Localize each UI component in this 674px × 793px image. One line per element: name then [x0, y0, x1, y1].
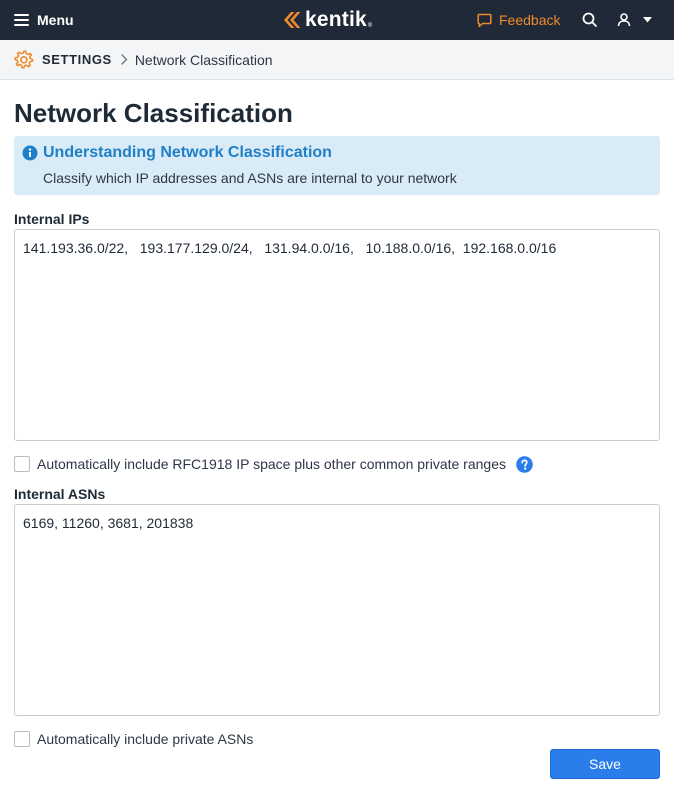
internal-asns-label: Internal ASNs: [14, 486, 106, 502]
gear-icon: [14, 49, 34, 70]
internal-ips-textarea[interactable]: 141.193.36.0/22, 193.177.129.0/24, 131.9…: [14, 229, 660, 441]
feedback-label: Feedback: [499, 12, 561, 28]
rfc1918-checkbox[interactable]: [14, 456, 30, 472]
logo-wordmark: kentik: [305, 8, 367, 31]
user-menu-button[interactable]: [616, 0, 658, 40]
rfc1918-option-row: Automatically include RFC1918 IP space p…: [14, 454, 533, 474]
chevron-right-icon: [121, 54, 128, 65]
user-icon: [616, 12, 632, 28]
info-icon: [22, 145, 38, 161]
search-button[interactable]: [581, 11, 599, 29]
caret-down-icon: [643, 17, 652, 23]
question-circle-icon[interactable]: [516, 455, 533, 473]
internal-asns-textarea[interactable]: 6169, 11260, 3681, 201838: [14, 504, 660, 716]
rfc1918-checkbox-label[interactable]: Automatically include RFC1918 IP space p…: [37, 456, 506, 472]
breadcrumb: SETTINGS Network Classification: [0, 40, 674, 80]
menu-label: Menu: [37, 12, 74, 28]
private-asn-option-row: Automatically include private ASNs: [14, 729, 253, 749]
private-asn-checkbox[interactable]: [14, 731, 30, 747]
page-title: Network Classification: [14, 98, 293, 128]
breadcrumb-settings-link[interactable]: SETTINGS: [14, 49, 112, 70]
save-button[interactable]: Save: [550, 749, 660, 779]
hamburger-icon: [14, 14, 29, 26]
kentik-chevron-logo-mark: [282, 10, 302, 30]
menu-button[interactable]: Menu: [14, 0, 74, 40]
callout-heading: Understanding Network Classification: [43, 144, 332, 161]
logo-registered-mark: ®: [367, 23, 373, 29]
top-nav-bar: Menu kentik ® Feedback: [0, 0, 674, 40]
kentik-logo[interactable]: kentik ®: [282, 0, 372, 40]
private-asn-checkbox-label[interactable]: Automatically include private ASNs: [37, 731, 253, 747]
info-callout: Understanding Network Classification Cla…: [14, 136, 660, 195]
callout-body: Classify which IP addresses and ASNs are…: [43, 170, 457, 186]
search-icon: [581, 11, 599, 29]
feedback-button[interactable]: Feedback: [477, 0, 560, 40]
internal-ips-label: Internal IPs: [14, 211, 90, 227]
speech-bubble-icon: [477, 13, 492, 28]
breadcrumb-current-page: Network Classification: [134, 51, 273, 68]
breadcrumb-settings-label: SETTINGS: [42, 52, 112, 67]
